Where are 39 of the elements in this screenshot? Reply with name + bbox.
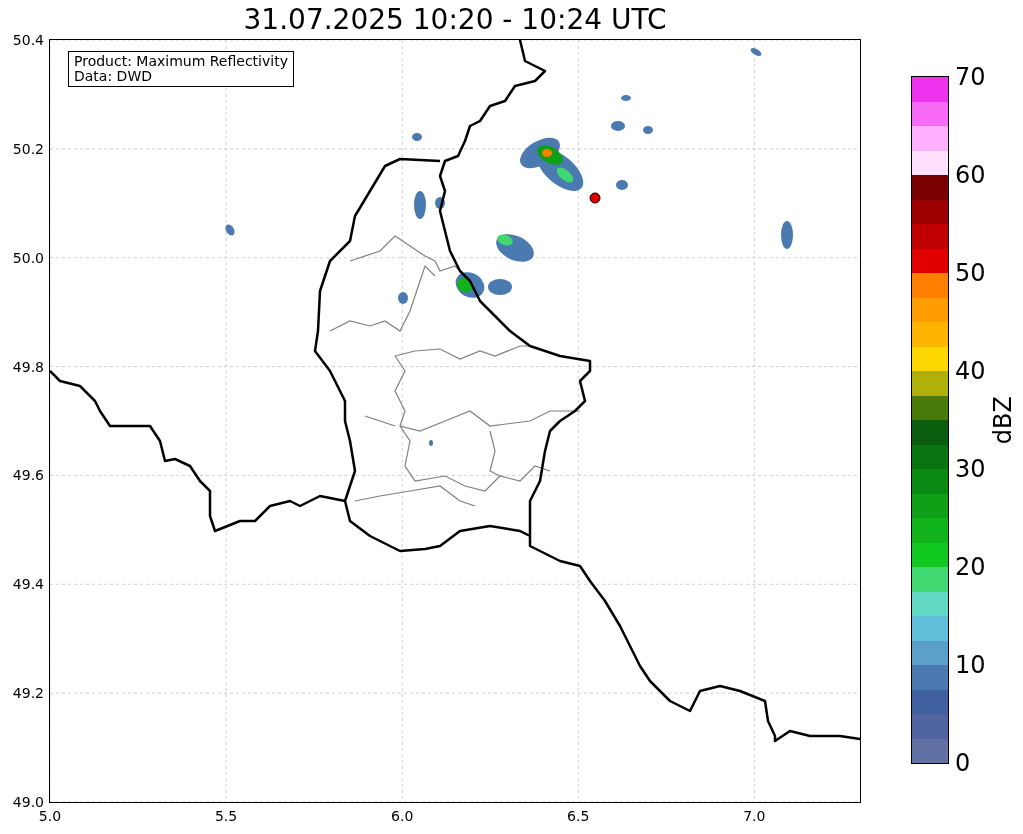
colorbar-tick-label: 50 bbox=[955, 259, 986, 287]
legend-text: Data: DWD bbox=[74, 69, 153, 84]
radar-echo bbox=[429, 440, 433, 446]
radar-echo bbox=[414, 191, 426, 219]
radar-echo bbox=[611, 121, 625, 131]
axis-tick-label: 50.0 bbox=[12, 249, 44, 266]
colorbar-tick-label: 0 bbox=[955, 749, 971, 777]
axis-tick-label: 6.5 bbox=[567, 808, 590, 824]
colorbar-label: dBZ bbox=[989, 395, 1013, 445]
legend-text: Product: Maximum Reflectivity bbox=[74, 54, 288, 69]
axis-tick-label: 49.8 bbox=[12, 358, 44, 375]
colorbar-tick-label: 30 bbox=[955, 455, 986, 483]
radar-echo bbox=[225, 224, 235, 236]
axis-tick-label: 50.4 bbox=[12, 32, 44, 48]
axis-tick-label: 5.0 bbox=[38, 808, 62, 824]
radar-echo bbox=[398, 292, 408, 304]
radar-echo bbox=[412, 133, 422, 141]
radar-echo bbox=[781, 221, 793, 249]
axis-tick-label: 7.0 bbox=[743, 808, 766, 824]
colorbar-tick-label: 70 bbox=[955, 63, 986, 91]
radar-echo bbox=[621, 95, 631, 101]
colorbar-tick-label: 40 bbox=[955, 357, 986, 385]
axis-tick-label: 6.0 bbox=[391, 808, 414, 824]
axis-tick-label: 49.0 bbox=[12, 794, 44, 810]
location-marker bbox=[589, 192, 601, 204]
colorbar-tick-label: 60 bbox=[955, 161, 986, 189]
axis-tick-label: 50.2 bbox=[12, 140, 44, 157]
axis-tick-label: 49.2 bbox=[12, 685, 44, 702]
colorbar-tick-label: 10 bbox=[955, 651, 986, 679]
colorbar-tick-label: 20 bbox=[955, 553, 986, 581]
radar-echo bbox=[616, 180, 628, 190]
axis-tick-label: 49.4 bbox=[12, 576, 44, 593]
radar-echo bbox=[435, 197, 445, 209]
radar-echo bbox=[488, 279, 512, 295]
axis-tick-label: 5.5 bbox=[214, 808, 238, 824]
chart-title: 31.07.2025 10:20 - 10:24 UTC bbox=[242, 2, 668, 38]
radar-echo bbox=[750, 48, 762, 56]
axis-tick-label: 49.6 bbox=[12, 467, 44, 484]
radar-echo bbox=[643, 126, 653, 134]
